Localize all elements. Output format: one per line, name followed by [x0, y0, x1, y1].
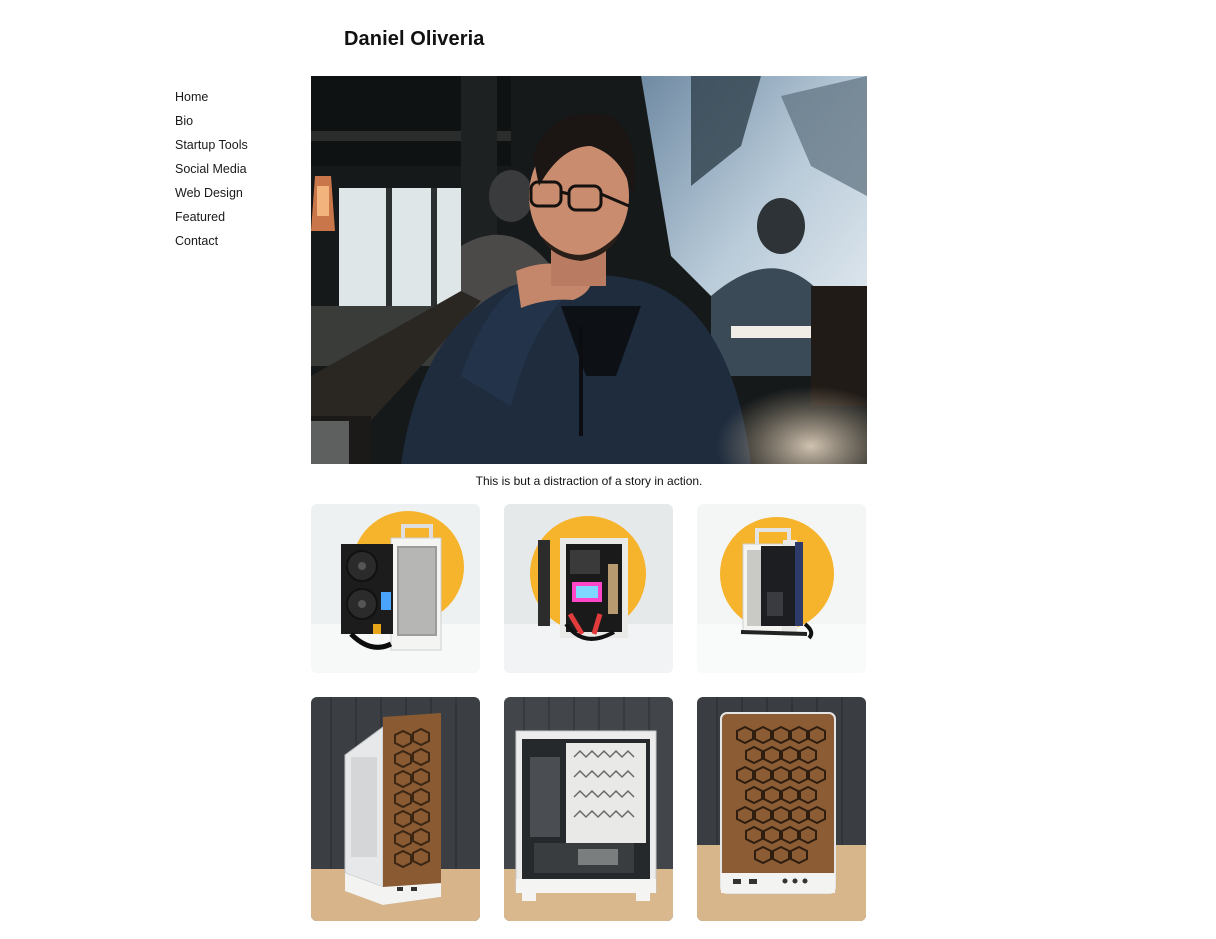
nav-link-contact[interactable]: Contact [175, 232, 295, 256]
nav-link-home[interactable]: Home [175, 88, 295, 112]
gallery-thumb-2[interactable] [504, 504, 673, 673]
nav-link-web-design[interactable]: Web Design [175, 184, 295, 208]
gallery-thumb-3[interactable] [697, 504, 866, 673]
gallery-thumb-1[interactable] [311, 504, 480, 673]
gallery-thumb-5[interactable] [504, 697, 673, 921]
nav-item-featured: Featured [175, 208, 295, 232]
nav-link-featured[interactable]: Featured [175, 208, 295, 232]
site-title[interactable]: Daniel Oliveria [344, 26, 484, 52]
nav-link-bio[interactable]: Bio [175, 112, 295, 136]
main-nav: Home Bio Startup Tools Social Media Web … [175, 88, 295, 256]
gallery-thumb-6[interactable] [697, 697, 866, 921]
hero-caption: This is but a distraction of a story in … [475, 474, 703, 488]
nav-item-web-design: Web Design [175, 184, 295, 208]
nav-item-contact: Contact [175, 232, 295, 256]
hero-photo [311, 76, 867, 464]
nav-item-startup-tools: Startup Tools [175, 136, 295, 160]
gallery-thumb-4[interactable] [311, 697, 480, 921]
nav-item-social-media: Social Media [175, 160, 295, 184]
nav-link-social-media[interactable]: Social Media [175, 160, 295, 184]
nav-item-home: Home [175, 88, 295, 112]
page: Daniel Oliveria Home Bio Startup Tools S… [0, 0, 1216, 939]
nav-item-bio: Bio [175, 112, 295, 136]
nav-link-startup-tools[interactable]: Startup Tools [175, 136, 295, 160]
